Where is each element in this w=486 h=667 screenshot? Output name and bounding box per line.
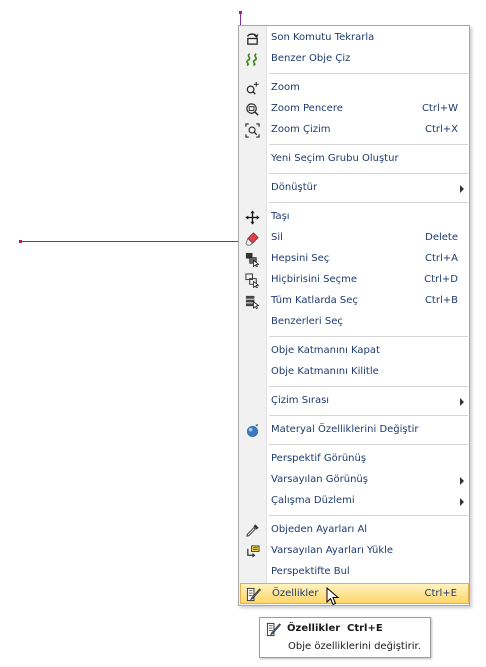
menu-separator (269, 444, 468, 445)
menu-item-label: Obje Katmanını Kapat (271, 345, 380, 356)
menu-item-repeat-last-command[interactable]: Son Komutu Tekrarla (240, 28, 469, 49)
menu-item-label: Yeni Seçim Grubu Oluştur (271, 153, 399, 164)
eraser-icon (243, 230, 261, 247)
menu-item-shortcut: Ctrl+B (424, 295, 458, 306)
menu-item-work-plane[interactable]: Çalışma Düzlemi (240, 491, 469, 512)
tooltip: Özellikler Ctrl+E Obje özelliklerini değ… (259, 617, 431, 658)
menu-item-hide-object-layer[interactable]: Obje Katmanını Kapat (240, 341, 469, 362)
menu-item-draw-order[interactable]: Çizim Sırası (240, 391, 469, 412)
menu-item-label: Objeden Ayarları Al (271, 524, 368, 535)
menu-item-draw-similar-object[interactable]: Benzer Obje Çiz (240, 49, 469, 70)
select-none-icon (243, 272, 261, 289)
eyedropper-icon (243, 522, 261, 539)
menu-item-label: Benzerleri Seç (271, 316, 343, 327)
menu-item-label: Çizim Sırası (271, 395, 330, 406)
menu-item-get-settings-from-object[interactable]: Objeden Ayarları Al (240, 520, 469, 541)
menu-item-label: Zoom Pencere (271, 103, 343, 114)
menu-item-label: Zoom Çizim (271, 124, 331, 135)
menu-item-shortcut: Ctrl+X (424, 124, 458, 135)
menu-item-zoom[interactable]: Zoom (240, 78, 469, 99)
menu-item-label: Materyal Özelliklerini Değiştir (271, 424, 419, 435)
menu-item-perspective-view[interactable]: Perspektif Görünüş (240, 449, 469, 470)
menu-item-label: Taşı (271, 211, 290, 222)
menu-item-properties[interactable]: Özellikler Ctrl+E (240, 583, 469, 604)
menu-item-label: Perspektifte Bul (271, 566, 350, 577)
menu-item-label: Hepsini Seç (271, 253, 330, 264)
menu-item-default-view[interactable]: Varsayılan Görünüş (240, 470, 469, 491)
menu-item-delete[interactable]: Sil Delete (240, 228, 469, 249)
zoom-icon (243, 80, 261, 97)
menu-separator (269, 415, 468, 416)
menu-item-label: Özellikler (272, 588, 319, 599)
submenu-arrow-icon (460, 398, 464, 406)
menu-item-new-selection-group[interactable]: Yeni Seçim Grubu Oluştur (240, 149, 469, 170)
tooltip-description: Obje özelliklerini değiştirir. (288, 641, 421, 652)
properties-icon (244, 586, 262, 603)
select-all-icon (243, 251, 261, 268)
line-endpoint-grip (239, 11, 242, 14)
menu-item-label: Sil (271, 232, 283, 243)
menu-item-zoom-extents[interactable]: Zoom Çizim Ctrl+X (240, 120, 469, 141)
menu-item-lock-object-layer[interactable]: Obje Katmanını Kilitle (240, 362, 469, 383)
properties-icon (266, 622, 281, 637)
menu-separator (269, 336, 468, 337)
zoom-extents-icon (243, 122, 261, 139)
context-menu: Son Komutu Tekrarla Benzer Obje Çiz Zoom… (238, 25, 470, 606)
menu-item-convert[interactable]: Dönüştür (240, 178, 469, 199)
mouse-cursor-icon (326, 587, 340, 606)
menu-item-shortcut: Delete (425, 232, 458, 243)
menu-item-label: Son Komutu Tekrarla (271, 32, 375, 43)
menu-separator (269, 386, 468, 387)
tooltip-title: Özellikler (287, 623, 341, 634)
menu-item-label: Varsayılan Ayarları Yükle (271, 545, 394, 556)
menu-item-shortcut: Ctrl+W (421, 103, 458, 114)
menu-item-label: Hiçbirisini Seçme (271, 274, 357, 285)
submenu-arrow-icon (460, 477, 464, 485)
menu-separator (269, 202, 468, 203)
drawing-line-vertical (240, 12, 241, 26)
menu-item-label: Benzer Obje Çiz (271, 53, 351, 64)
menu-item-label: Tüm Katlarda Seç (271, 295, 358, 306)
menu-item-shortcut: Ctrl+D (424, 274, 458, 285)
select-all-floors-icon (243, 293, 261, 310)
menu-item-label: Çalışma Düzlemi (271, 495, 355, 506)
menu-item-select-all[interactable]: Hepsini Seç Ctrl+A (240, 249, 469, 270)
menu-item-select-all-floors[interactable]: Tüm Katlarda Seç Ctrl+B (240, 291, 469, 312)
menu-item-shortcut: Ctrl+A (424, 253, 458, 264)
material-icon (243, 422, 261, 439)
menu-item-change-material-properties[interactable]: Materyal Özelliklerini Değiştir (240, 420, 469, 441)
menu-item-label: Varsayılan Görünüş (271, 474, 368, 485)
load-defaults-icon (243, 543, 261, 560)
similar-draw-icon (243, 51, 261, 68)
menu-item-move[interactable]: Taşı (240, 207, 469, 228)
menu-item-load-default-settings[interactable]: Varsayılan Ayarları Yükle (240, 541, 469, 562)
menu-separator (269, 515, 468, 516)
menu-item-select-similar[interactable]: Benzerleri Seç (240, 312, 469, 333)
menu-item-shortcut: Ctrl+E (424, 588, 458, 599)
menu-separator (269, 73, 468, 74)
menu-item-label: Dönüştür (271, 182, 318, 193)
move-icon (243, 209, 261, 226)
menu-separator (269, 144, 468, 145)
zoom-window-icon (243, 101, 261, 118)
menu-item-label: Obje Katmanını Kilitle (271, 366, 379, 377)
drawing-line-horizontal (20, 241, 239, 242)
menu-separator (269, 173, 468, 174)
tooltip-shortcut: Ctrl+E (347, 623, 383, 634)
line-endpoint-grip (19, 240, 22, 243)
repeat-icon (243, 30, 261, 47)
menu-item-find-in-perspective[interactable]: Perspektifte Bul (240, 562, 469, 583)
menu-item-label: Zoom (271, 82, 300, 93)
menu-item-label: Perspektif Görünüş (271, 453, 367, 464)
menu-item-select-none[interactable]: Hiçbirisini Seçme Ctrl+D (240, 270, 469, 291)
submenu-arrow-icon (460, 498, 464, 506)
submenu-arrow-icon (460, 185, 464, 193)
menu-item-zoom-window[interactable]: Zoom Pencere Ctrl+W (240, 99, 469, 120)
